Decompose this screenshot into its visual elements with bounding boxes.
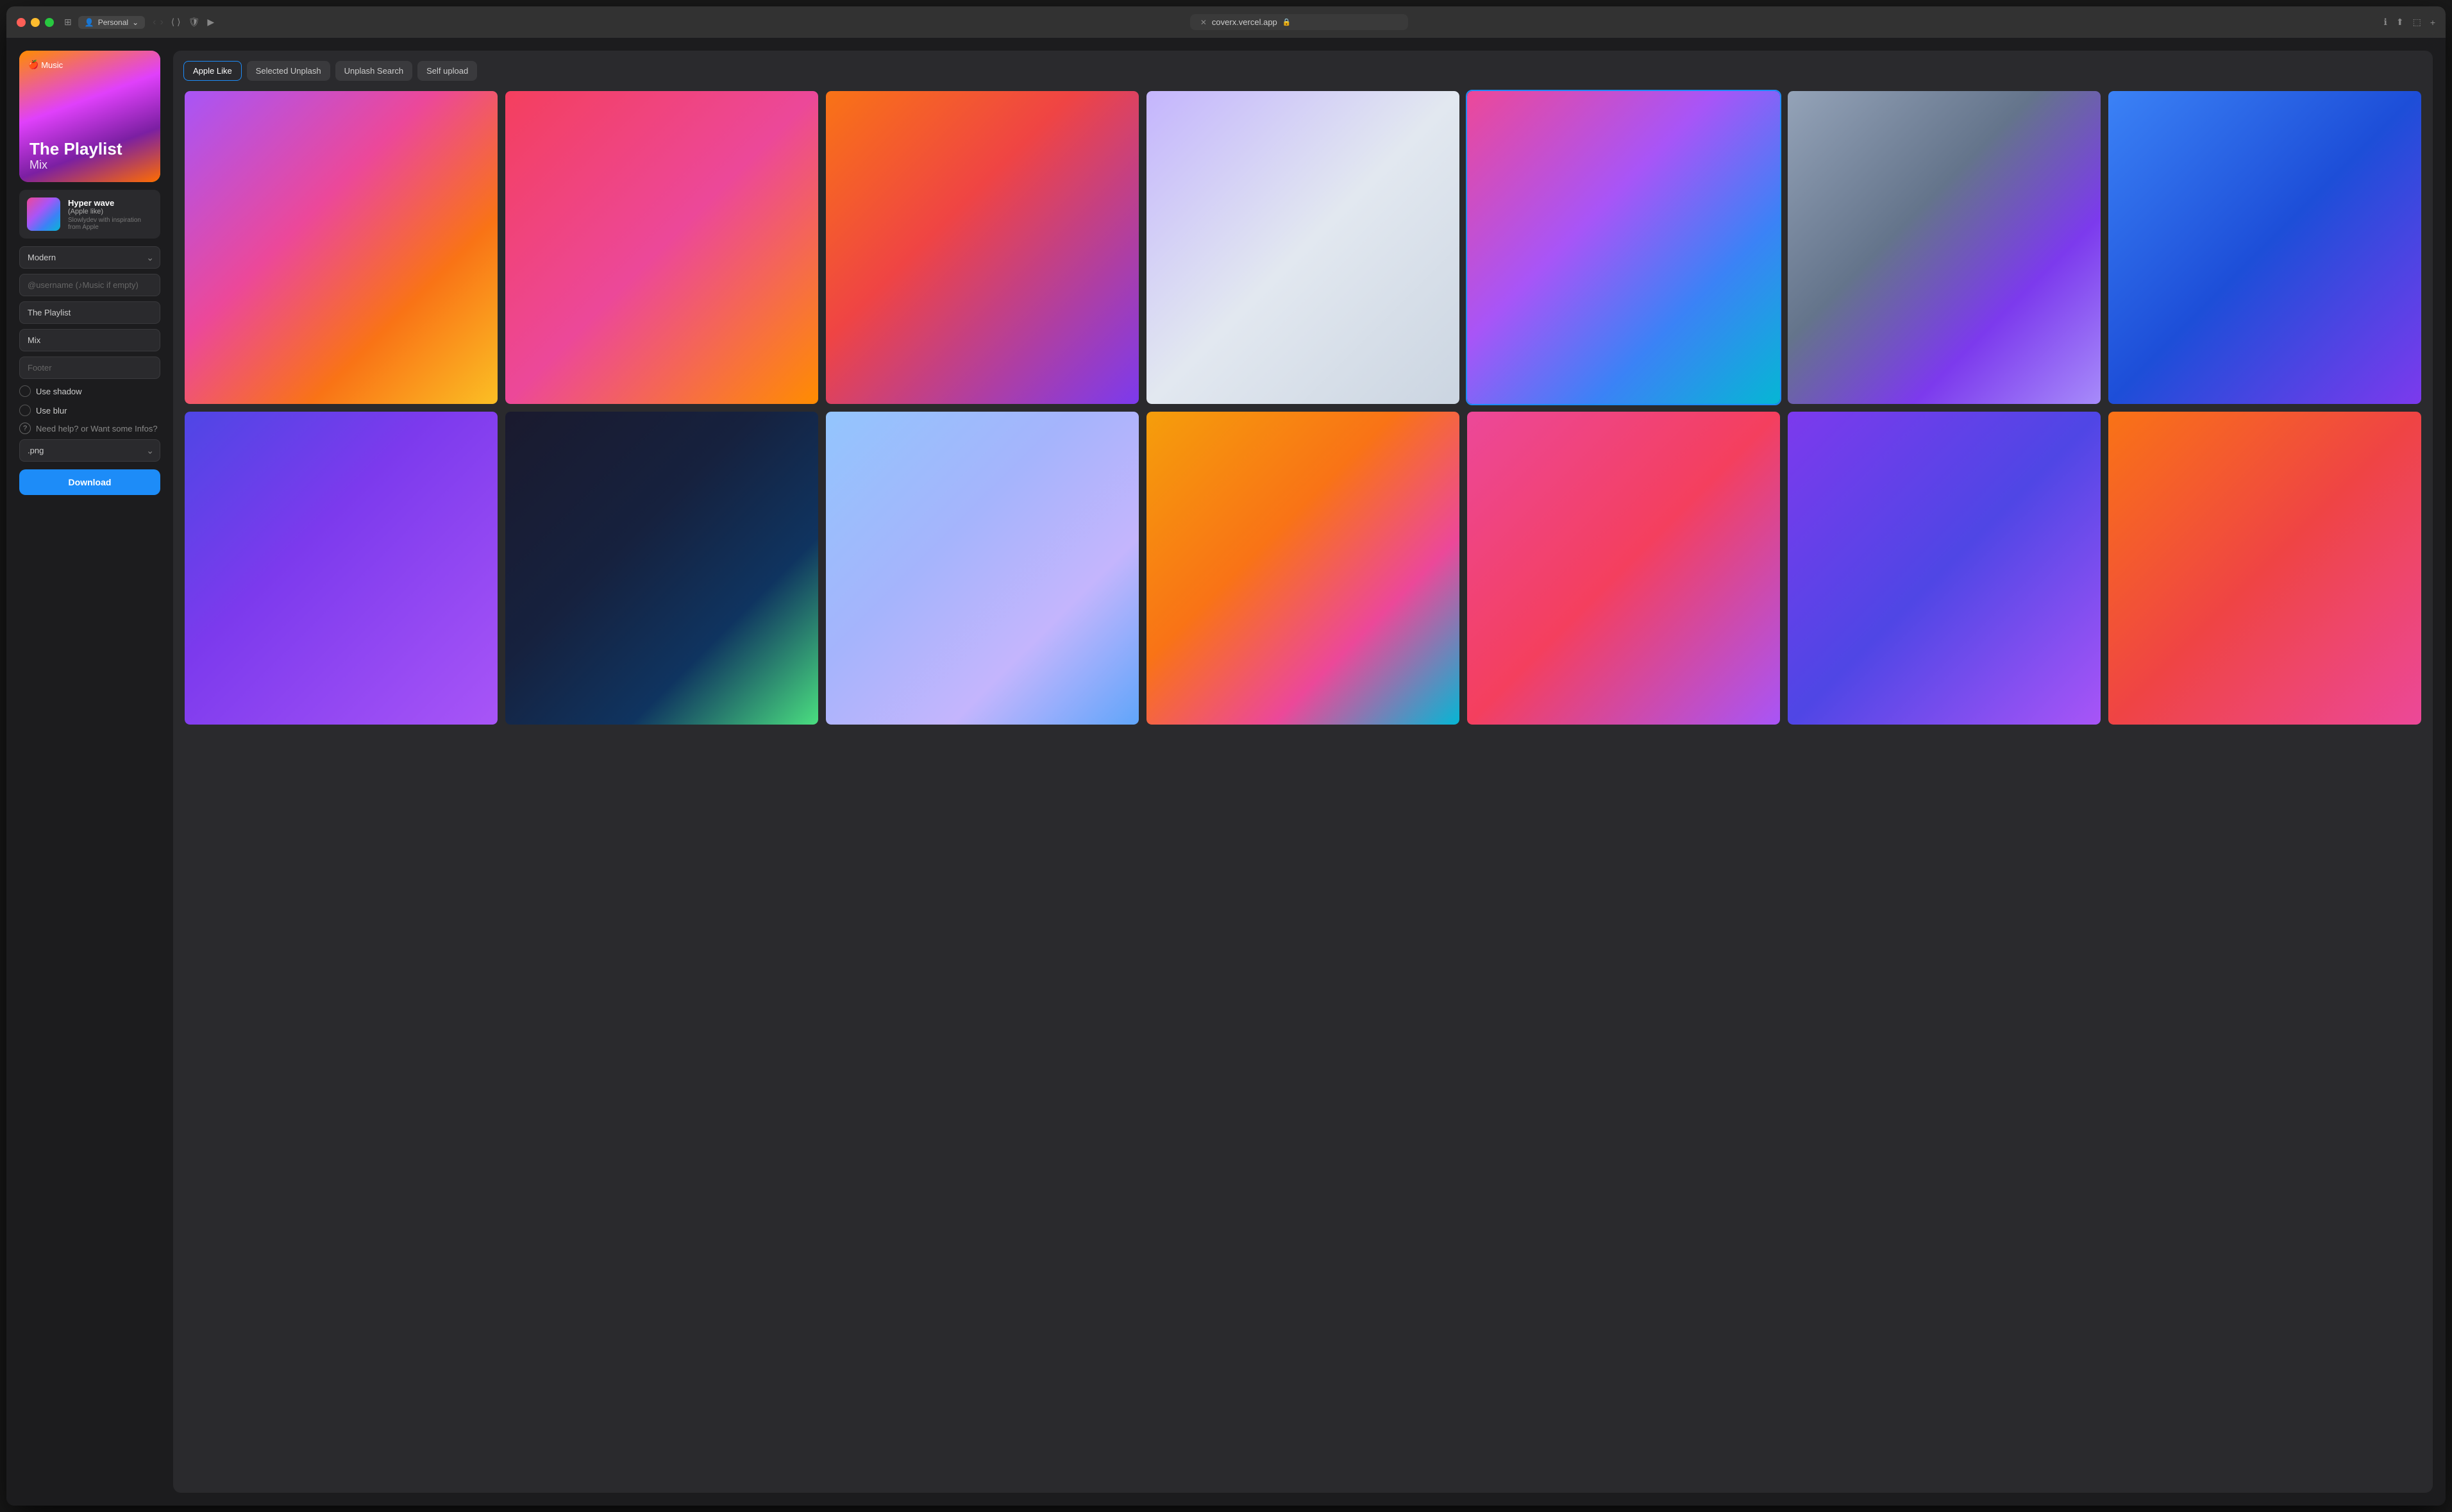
lock-icon: 🔒 xyxy=(1282,18,1291,26)
thumbnail-9-image xyxy=(505,412,818,725)
help-row: ? Need help? or Want some Infos? xyxy=(19,423,160,434)
profile-icon: 👤 xyxy=(85,18,94,27)
browser-window: ⊞ 👤 Personal ⌄ ‹ › ⟨ ⟩ 🛡 ▶ ✕ coverx.verc… xyxy=(6,6,2446,1506)
close-button[interactable] xyxy=(17,18,26,27)
tabs-icon[interactable]: ⬚ xyxy=(2413,17,2421,28)
thumbnail-2-image xyxy=(505,91,818,404)
browser-actions: ℹ ⬆ ⬚ + xyxy=(2384,17,2435,28)
style-type: (Apple like) xyxy=(68,208,153,215)
address-bar-wrapper: ✕ coverx.vercel.app 🔒 xyxy=(222,14,2376,30)
profile-chevron-icon: ⌄ xyxy=(132,18,139,27)
download-button[interactable]: Download xyxy=(19,469,160,495)
tab-self-upload[interactable]: Self upload xyxy=(417,61,477,81)
code-icon[interactable]: ⟨ ⟩ xyxy=(171,17,181,28)
thumbnail-3[interactable] xyxy=(825,90,1140,405)
address-bar[interactable]: ✕ coverx.vercel.app 🔒 xyxy=(1190,14,1408,30)
right-panel: Apple Like Selected Unplash Unplash Sear… xyxy=(173,51,2433,1493)
blur-checkbox[interactable] xyxy=(19,405,31,416)
format-select[interactable]: .png .jpg .webp xyxy=(19,439,160,462)
thumbnail-12[interactable] xyxy=(1466,410,1781,726)
preview-card: 🍎 Music The Playlist Mix xyxy=(19,51,160,182)
image-grid xyxy=(183,90,2423,726)
style-info: Hyper wave (Apple like) Slowlydev with i… xyxy=(19,190,160,239)
tabs-row: Apple Like Selected Unplash Unplash Sear… xyxy=(183,61,2423,81)
thumbnail-13-image xyxy=(1788,412,2101,725)
help-icon[interactable]: ? xyxy=(19,423,31,434)
maximize-button[interactable] xyxy=(45,18,54,27)
preview-subtitle: Mix xyxy=(29,158,150,172)
profile-label: Personal xyxy=(98,18,128,27)
forward-button[interactable]: › xyxy=(160,17,163,28)
username-input[interactable] xyxy=(19,274,160,296)
nav-arrows: ‹ › xyxy=(153,17,164,28)
preview-title: The Playlist xyxy=(29,140,150,158)
style-credit: Slowlydev with inspiration from Apple xyxy=(68,217,153,231)
thumbnail-10-image xyxy=(826,412,1139,725)
style-details: Hyper wave (Apple like) Slowlydev with i… xyxy=(68,198,153,231)
thumbnail-6[interactable] xyxy=(1786,90,2102,405)
new-tab-icon[interactable]: + xyxy=(2430,17,2435,28)
thumbnail-2[interactable] xyxy=(504,90,819,405)
help-text: Need help? or Want some Infos? xyxy=(36,424,158,433)
thumbnail-3-image xyxy=(826,91,1139,404)
thumbnail-7-image xyxy=(2108,91,2421,404)
shield-icon[interactable]: 🛡 xyxy=(189,17,200,28)
thumbnail-5-image xyxy=(1467,91,1780,404)
toolbar-icons: ⊞ 👤 Personal ⌄ xyxy=(64,16,145,29)
tab-selected-unplash[interactable]: Selected Unplash xyxy=(247,61,330,81)
play-icon[interactable]: ▶ xyxy=(207,17,214,28)
music-label: Music xyxy=(41,60,63,70)
style-name: Hyper wave xyxy=(68,198,153,208)
thumbnail-14[interactable] xyxy=(2107,410,2423,726)
blur-label: Use blur xyxy=(36,406,67,416)
thumbnail-8[interactable] xyxy=(183,410,499,726)
playlist-name-input[interactable] xyxy=(19,301,160,324)
subtitle-input[interactable] xyxy=(19,329,160,351)
form-section: Modern Use shadow Use blur ? N xyxy=(19,246,160,495)
share-icon[interactable]: ℹ xyxy=(2384,17,2387,28)
thumbnail-10[interactable] xyxy=(825,410,1140,726)
sidebar-toggle-icon[interactable]: ⊞ xyxy=(64,17,72,28)
tab-unplash-search[interactable]: Unplash Search xyxy=(335,61,413,81)
thumbnail-1-image xyxy=(185,91,498,404)
thumbnail-1[interactable] xyxy=(183,90,499,405)
traffic-lights xyxy=(17,18,54,27)
blur-checkbox-row: Use blur xyxy=(19,403,160,417)
apple-icon: 🍎 xyxy=(28,60,38,70)
thumbnail-13[interactable] xyxy=(1786,410,2102,726)
upload-icon[interactable]: ⬆ xyxy=(2396,17,2404,28)
thumbnail-5[interactable] xyxy=(1466,90,1781,405)
footer-input[interactable] xyxy=(19,357,160,379)
favicon-icon: ✕ xyxy=(1200,18,1207,27)
apple-music-logo: 🍎 Music xyxy=(28,60,63,70)
left-panel: 🍎 Music The Playlist Mix Hyper wave (App… xyxy=(19,51,160,1493)
shadow-checkbox-row: Use shadow xyxy=(19,384,160,398)
shadow-label: Use shadow xyxy=(36,387,82,396)
layout-select[interactable]: Modern xyxy=(19,246,160,269)
minimize-button[interactable] xyxy=(31,18,40,27)
layout-select-wrapper: Modern xyxy=(19,246,160,269)
empty-space xyxy=(183,735,2423,1483)
preview-card-content: 🍎 Music The Playlist Mix xyxy=(19,51,160,182)
main-content: 🍎 Music The Playlist Mix Hyper wave (App… xyxy=(6,38,2446,1506)
thumbnail-11-image xyxy=(1146,412,1459,725)
format-select-wrapper: .png .jpg .webp xyxy=(19,439,160,462)
title-bar: ⊞ 👤 Personal ⌄ ‹ › ⟨ ⟩ 🛡 ▶ ✕ coverx.verc… xyxy=(6,6,2446,38)
thumbnail-6-image xyxy=(1788,91,2101,404)
thumbnail-12-image xyxy=(1467,412,1780,725)
url-text: coverx.vercel.app xyxy=(1212,17,1277,27)
shadow-checkbox[interactable] xyxy=(19,385,31,397)
thumbnail-7[interactable] xyxy=(2107,90,2423,405)
thumbnail-8-image xyxy=(185,412,498,725)
style-thumbnail xyxy=(27,197,60,231)
thumbnail-11[interactable] xyxy=(1145,410,1461,726)
thumbnail-4-image xyxy=(1146,91,1459,404)
profile-button[interactable]: 👤 Personal ⌄ xyxy=(78,16,145,29)
back-button[interactable]: ‹ xyxy=(153,17,156,28)
tab-apple-like[interactable]: Apple Like xyxy=(183,61,242,81)
thumbnail-9[interactable] xyxy=(504,410,819,726)
thumbnail-4[interactable] xyxy=(1145,90,1461,405)
thumbnail-14-image xyxy=(2108,412,2421,725)
